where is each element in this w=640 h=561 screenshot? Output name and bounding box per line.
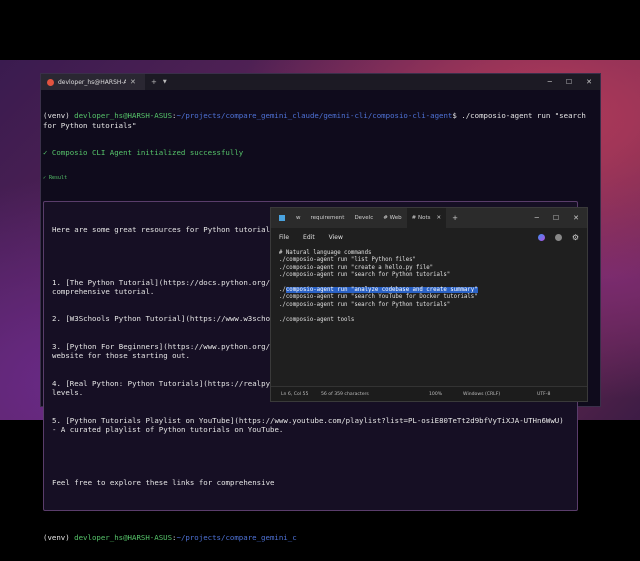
minimize-icon[interactable]: ─: [535, 214, 539, 222]
terminal-tab-bar: devloper_hs@HARSH-ASUS: ~ ✕ + ▼ ─ ☐ ✕: [41, 74, 600, 90]
text-selection: composio-agent run "analyze codebase and…: [285, 287, 478, 294]
response-outro: Feel free to explore these links for com…: [52, 477, 275, 487]
close-icon[interactable]: ✕: [586, 78, 592, 86]
editor-line: ./composio-agent run "list Python files": [279, 257, 416, 264]
prompt-line: (venv) devloper_hs@HARSH-ASUS:~/projects…: [43, 111, 598, 129]
notepad-tab-active[interactable]: # Nots ✕: [406, 208, 447, 228]
status-initialized: ✓ Composio CLI Agent initialized success…: [43, 148, 244, 158]
char-count: 56 of 359 characters: [321, 391, 369, 397]
close-icon[interactable]: ✕: [573, 214, 579, 222]
notepad-tab[interactable]: requirement: [306, 208, 350, 228]
notepad-menu-bar: File Edit View ⚙: [271, 228, 587, 246]
cursor-position: Ln 6, Col 55: [281, 391, 309, 397]
status-result: ✓ Result: [43, 174, 68, 181]
tab-label: w: [296, 215, 301, 221]
prompt-line-2: (venv) devloper_hs@HARSH-ASUS:~/projects…: [43, 533, 598, 542]
notepad-status-bar: Ln 6, Col 55 56 of 359 characters 100% W…: [271, 386, 587, 401]
encoding[interactable]: UTF-8: [537, 392, 550, 397]
window-controls: ─ ☐ ✕: [535, 214, 587, 222]
editor-line-selected: ./composio-agent run "analyze codebase a…: [279, 287, 579, 294]
close-tab-icon[interactable]: ✕: [436, 215, 441, 221]
prompt-path: ~/projects/compare_gemini_c: [176, 532, 297, 542]
notepad-tab[interactable]: Develc: [349, 208, 378, 228]
notepad-tab-bar: w requirement Develc # Web # Nots ✕ + ─ ☐…: [271, 208, 587, 228]
notepad-app-icon: [279, 215, 285, 221]
prompt-user: devloper_hs@HARSH-ASUS: [74, 111, 173, 121]
window-controls: ─ ☐ ✕: [548, 78, 600, 86]
tab-label: requirement: [310, 215, 345, 221]
close-tab-icon[interactable]: ✕: [130, 78, 136, 86]
menu-right-icons: ⚙: [537, 233, 587, 242]
prompt-user: devloper_hs@HARSH-ASUS: [74, 532, 173, 542]
maximize-icon[interactable]: ☐: [566, 78, 572, 86]
maximize-icon[interactable]: ☐: [553, 214, 559, 222]
notepad-editor[interactable]: # Natural language commands ./composio-ag…: [271, 246, 587, 384]
venv-label: (venv): [43, 111, 75, 121]
avatar-icon[interactable]: [554, 233, 562, 241]
editor-line: ./composio-agent run "create a hello.py …: [279, 264, 434, 271]
terminal-tab[interactable]: devloper_hs@HARSH-ASUS: ~ ✕: [41, 74, 145, 90]
new-tab-icon[interactable]: +: [151, 78, 157, 86]
editor-line-prefix: ./: [279, 287, 286, 294]
gear-icon[interactable]: ⚙: [572, 233, 579, 242]
chevron-down-icon[interactable]: ▼: [163, 79, 167, 85]
response-item-5: 5. [Python Tutorials Playlist on YouTube…: [52, 415, 569, 434]
notepad-tab[interactable]: # Web: [378, 208, 406, 228]
editor-line: # Natural language commands: [279, 250, 372, 256]
editor-line: ./composio-agent run "search for Python …: [279, 301, 451, 308]
minimize-icon[interactable]: ─: [548, 78, 552, 86]
menu-edit[interactable]: Edit: [303, 234, 315, 241]
notepad-tab[interactable]: w: [291, 208, 306, 228]
notepad-window[interactable]: w requirement Develc # Web # Nots ✕ + ─ ☐…: [270, 207, 588, 402]
editor-line: ./composio-agent run "search YouTube for…: [279, 294, 478, 301]
editor-line: ./composio-agent run "search for Python …: [279, 272, 451, 279]
terminal-tab-title: devloper_hs@HARSH-ASUS: ~: [58, 78, 126, 86]
tab-label: Develc: [354, 215, 374, 221]
new-tab-icon[interactable]: +: [452, 214, 458, 222]
line-ending[interactable]: Windows (CRLF): [463, 392, 529, 397]
venv-label: (venv): [43, 532, 75, 542]
tab-label: # Nots: [411, 215, 431, 221]
tab-label: # Web: [383, 215, 402, 221]
editor-line: ./composio-agent tools: [279, 316, 355, 323]
menu-view[interactable]: View: [329, 234, 343, 241]
zoom-level[interactable]: 100%: [429, 392, 457, 397]
prompt-path: ~/projects/compare_gemini_claude/gemini-…: [176, 111, 453, 121]
menu-file[interactable]: File: [279, 234, 289, 241]
ubuntu-icon: [47, 78, 54, 86]
copilot-icon[interactable]: [537, 233, 545, 241]
